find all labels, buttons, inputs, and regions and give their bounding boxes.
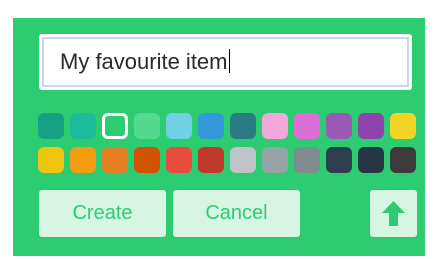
color-swatch[interactable] xyxy=(70,113,96,139)
color-swatch[interactable] xyxy=(38,113,64,139)
color-swatch[interactable] xyxy=(230,113,256,139)
text-caret xyxy=(228,49,230,73)
color-swatch[interactable] xyxy=(134,113,160,139)
cancel-button[interactable]: Cancel xyxy=(173,190,300,237)
color-swatch[interactable] xyxy=(294,113,320,139)
color-swatch[interactable] xyxy=(390,113,416,139)
color-swatch[interactable] xyxy=(230,147,256,173)
color-swatch[interactable] xyxy=(294,147,320,173)
color-swatch[interactable] xyxy=(198,113,224,139)
create-item-panel: My favourite item Create Cancel xyxy=(13,18,425,256)
color-swatch[interactable] xyxy=(262,113,288,139)
color-swatch[interactable] xyxy=(262,147,288,173)
arrow-up-icon xyxy=(382,201,405,226)
item-name-input[interactable]: My favourite item xyxy=(39,34,412,90)
color-swatch[interactable] xyxy=(326,147,352,173)
color-swatch[interactable] xyxy=(102,113,128,139)
color-swatch[interactable] xyxy=(38,147,64,173)
color-swatch[interactable] xyxy=(166,147,192,173)
move-up-button[interactable] xyxy=(370,190,417,237)
color-swatch[interactable] xyxy=(358,147,384,173)
color-swatch[interactable] xyxy=(390,147,416,173)
color-swatch[interactable] xyxy=(198,147,224,173)
color-palette xyxy=(38,113,416,173)
color-swatch[interactable] xyxy=(102,147,128,173)
color-swatch[interactable] xyxy=(70,147,96,173)
create-button[interactable]: Create xyxy=(39,190,166,237)
item-name-value: My favourite item xyxy=(60,49,228,74)
color-swatch[interactable] xyxy=(166,113,192,139)
color-swatch[interactable] xyxy=(326,113,352,139)
color-swatch[interactable] xyxy=(134,147,160,173)
color-swatch[interactable] xyxy=(358,113,384,139)
